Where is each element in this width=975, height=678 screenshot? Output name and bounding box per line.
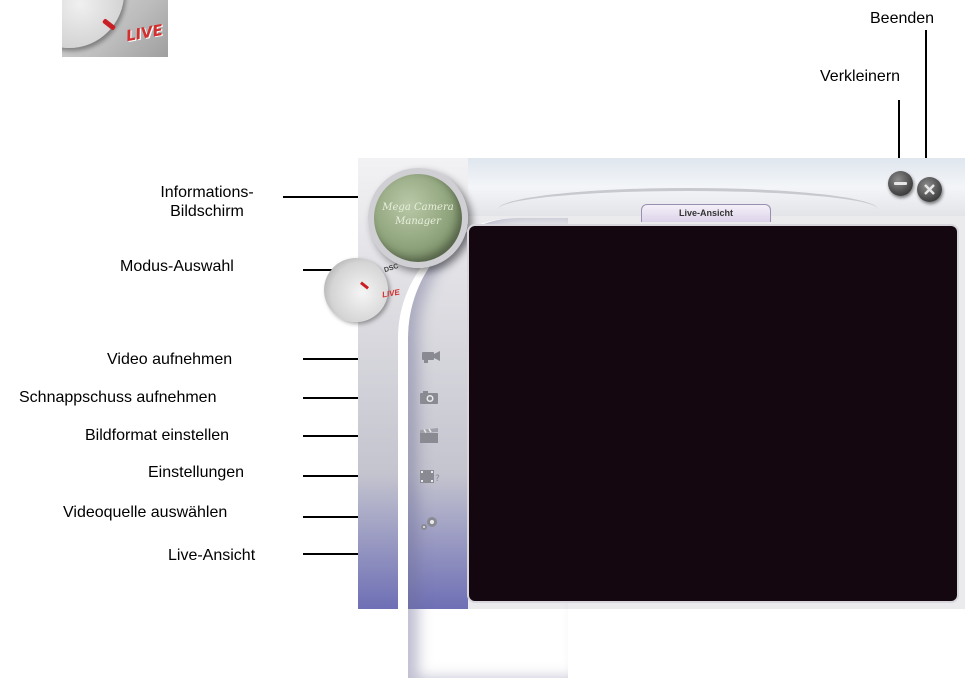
video-callout-label: Video aufnehmen <box>107 351 233 368</box>
minimize-callout-label: Verkleinern <box>820 68 901 85</box>
mode-select-knob[interactable] <box>324 258 388 322</box>
info-screen-line1: Mega Camera <box>382 202 454 213</box>
mode-dial-icon <box>62 0 124 48</box>
info-callout-line2: Bildschirm <box>170 203 244 220</box>
tab-live-view[interactable]: Live-Ansicht <box>641 204 771 222</box>
app-window: Mega Camera Manager DSC LIVE ? Live-Ansi… <box>324 158 965 678</box>
svg-text:?: ? <box>435 474 440 484</box>
video-camera-icon[interactable] <box>420 348 442 364</box>
info-screen-line2: Manager <box>395 216 441 227</box>
info-screen[interactable]: Mega Camera Manager <box>368 168 468 268</box>
close-icon <box>924 184 935 195</box>
close-button[interactable] <box>917 177 942 202</box>
info-callout-label: Informations- Bildschirm <box>128 183 286 221</box>
mode-knob-pointer <box>360 281 369 290</box>
mode-dial-inset: LIVE <box>62 0 168 57</box>
liveview-callout-label: Live-Ansicht <box>168 547 256 564</box>
source-callout-label: Videoquelle auswählen <box>63 504 228 521</box>
minimize-icon <box>894 182 907 185</box>
live-view-area <box>469 226 957 601</box>
snapshot-camera-icon[interactable] <box>418 389 440 405</box>
image-format-icon[interactable] <box>418 428 440 444</box>
mode-callout-label: Modus-Auswahl <box>120 258 234 275</box>
minimize-button[interactable] <box>888 171 913 196</box>
snapshot-callout-label: Schnappschuss aufnehmen <box>19 389 217 406</box>
inset-live-label: LIVE <box>124 20 165 46</box>
close-callout-label: Beenden <box>870 10 935 27</box>
video-source-gear-icon[interactable] <box>418 515 440 531</box>
settings-film-icon[interactable]: ? <box>418 468 440 484</box>
info-callout-line1: Informations- <box>160 184 254 201</box>
settings-callout-label: Einstellungen <box>148 464 245 481</box>
format-callout-label: Bildformat einstellen <box>85 427 230 444</box>
